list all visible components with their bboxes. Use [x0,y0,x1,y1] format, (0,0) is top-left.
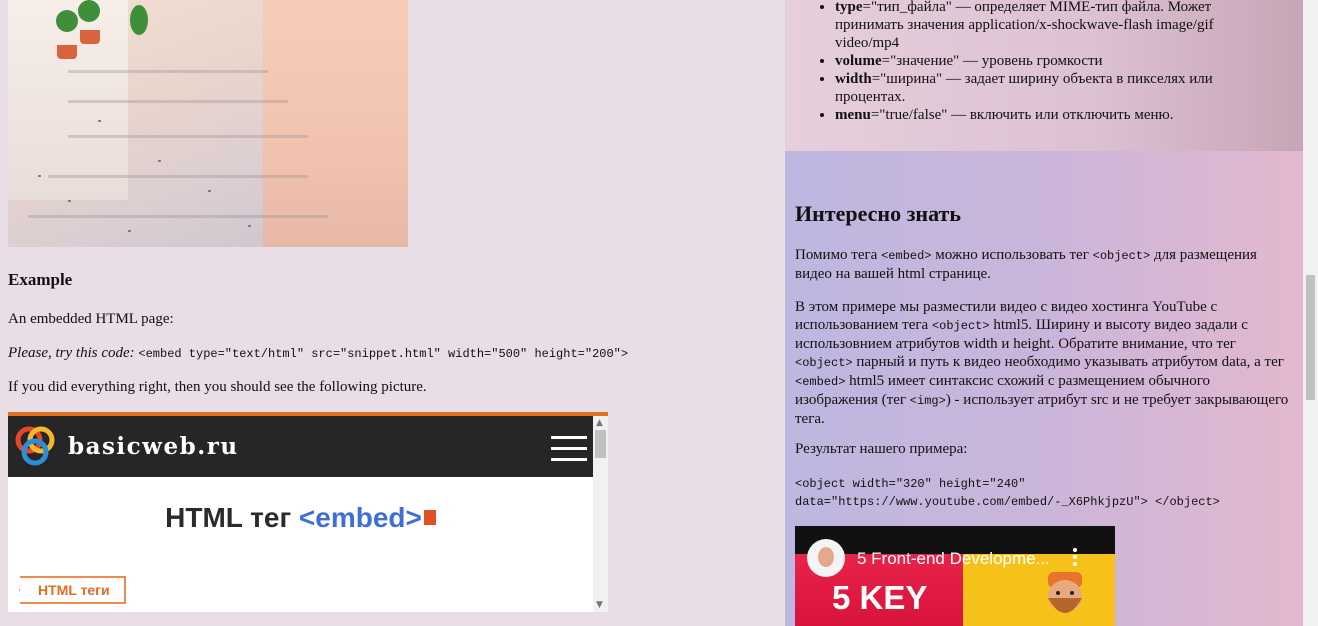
site-logo-text[interactable]: basicweb.ru [68,433,239,460]
video-title[interactable]: 5 Front-end Developme... [857,549,1057,569]
video-thumbnail-text: 5 KEY [832,579,928,616]
html5-icon [423,510,436,526]
embed-scroll-thumb[interactable] [595,430,606,458]
list-item: menu="true/false" — включить или отключи… [835,106,1275,124]
hamburger-menu-icon[interactable] [551,436,587,462]
list-item: width="ширина" — задает ширину объекта в… [835,70,1275,106]
attributes-box: type="тип_файла" — определяет MIME-тип ф… [785,0,1303,151]
object-code-sample: <object width="320" height="240" data="h… [795,475,1290,511]
attributes-list: type="тип_файла" — определяет MIME-тип ф… [817,0,1275,124]
result-label: Результат нашего примера: [795,441,968,457]
page-scroll-thumb[interactable] [1306,275,1315,400]
title-main: HTML тег [165,502,299,533]
logo-rings-icon[interactable] [13,424,59,470]
result-text: If you did everything right, then you sh… [8,379,427,395]
channel-avatar[interactable] [807,539,845,577]
example-heading: Example [8,270,73,289]
left-column: Example An embedded HTML page: Please, t… [8,0,778,626]
html-tags-button[interactable]: HTML теги [20,576,126,604]
interest-paragraph-2: В этом примере мы разместили видео с вид… [795,299,1289,427]
embed-site-header: basicweb.ru [8,416,593,477]
try-code: <embed type="text/html" src="snippet.htm… [138,347,629,361]
code-line: data="https://www.youtube.com/embed/-_X6… [795,495,1220,509]
title-accent: <embed> [298,502,422,533]
interest-paragraph-1: Помимо тега <embed> можно использовать т… [795,247,1257,282]
right-column: type="тип_файла" — определяет MIME-тип ф… [785,0,1303,626]
page-scrollbar[interactable] [1303,0,1318,626]
scroll-down-icon[interactable]: ▼ [596,600,603,610]
cartoon-character-icon [1048,572,1082,613]
code-line: <object width="320" height="240" [795,477,1026,491]
embed-page-title: HTML тег <embed> [8,502,593,534]
interest-heading: Интересно знать [795,201,961,226]
interesting-facts-box: Интересно знать Помимо тега <embed> можн… [785,151,1303,626]
embedded-page-frame[interactable]: basicweb.ru HTML тег <embed> HTML теги ▲… [8,412,608,612]
embed-scrollbar[interactable]: ▲ ▼ [593,416,608,612]
street-photo [8,0,408,247]
try-line: Please, try this code: <embed type="text… [8,345,628,362]
try-prefix: Please, try this code: [8,345,135,361]
list-item: volume="значение" — уровень громкости [835,52,1275,70]
list-item: type="тип_файла" — определяет MIME-тип ф… [835,0,1275,52]
intro-text: An embedded HTML page: [8,311,174,327]
youtube-video-embed[interactable]: 5 Front-end Developme... 5 KEY [795,526,1115,626]
scroll-up-icon[interactable]: ▲ [596,418,603,428]
